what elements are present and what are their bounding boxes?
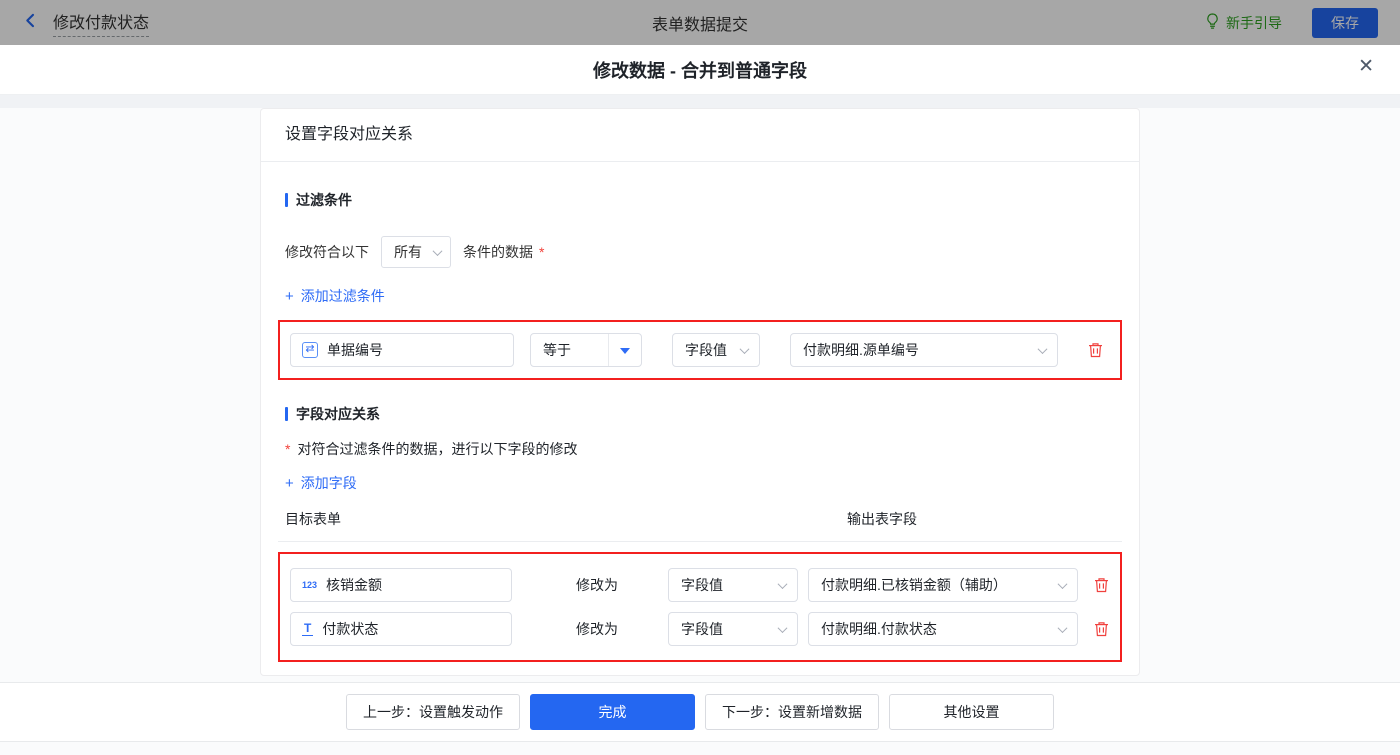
serial-number-field-icon: ⇄ <box>302 342 318 358</box>
lightbulb-icon <box>1205 12 1220 33</box>
filter-field-value: 单据编号 <box>327 342 383 358</box>
beginner-guide-link[interactable]: 新手引导 <box>1205 12 1282 33</box>
card-title: 设置字段对应关系 <box>261 109 1139 162</box>
match-mode-value: 所有 <box>394 244 422 260</box>
dialog-footer: 上一步：设置触发动作 完成 下一步：设置新增数据 其他设置 <box>0 682 1400 742</box>
value-type-select[interactable]: 字段值 <box>668 612 798 646</box>
done-button[interactable]: 完成 <box>530 694 695 730</box>
chevron-down-icon <box>1057 578 1068 589</box>
filter-value: 付款明细.源单编号 <box>803 342 919 358</box>
other-settings-button[interactable]: 其他设置 <box>889 694 1054 730</box>
add-filter-condition-link[interactable]: + 添加过滤条件 <box>285 286 385 306</box>
chevron-down-icon <box>1057 622 1068 633</box>
filter-section-title: 过滤条件 <box>285 190 1115 210</box>
mapping-row: 123 核销金额 修改为 字段值 付款明细.已核销金额（辅助） <box>290 568 1110 602</box>
section-accent-bar <box>285 407 288 421</box>
plus-icon: + <box>285 287 294 305</box>
operator-value: 等于 <box>543 342 571 358</box>
output-field-select[interactable]: 付款明细.已核销金额（辅助） <box>808 568 1078 602</box>
column-divider <box>278 541 1122 542</box>
chevron-down-icon <box>777 622 788 633</box>
filter-field-select[interactable]: ⇄ 单据编号 <box>290 333 514 367</box>
target-field-value: 核销金额 <box>326 577 383 593</box>
value-type-select[interactable]: 字段值 <box>668 568 798 602</box>
plus-icon: + <box>285 474 294 492</box>
delete-mapping-button[interactable] <box>1094 577 1109 593</box>
dialog-body: 设置字段对应关系 过滤条件 修改符合以下 所有 条件的数据 * + 添加过滤条件 <box>0 108 1400 755</box>
number-field-icon: 123 <box>302 580 318 590</box>
delete-mapping-button[interactable] <box>1094 621 1109 637</box>
value-type-select[interactable]: 字段值 <box>672 333 760 367</box>
field-mapping-rows-highlighted: 123 核销金额 修改为 字段值 付款明细.已核销金额（辅助） T 付款状态 修… <box>278 552 1122 662</box>
save-button[interactable]: 保存 <box>1312 7 1378 38</box>
trash-icon <box>1095 578 1108 593</box>
filter-match-line: 修改符合以下 所有 条件的数据 * <box>285 236 1115 268</box>
mapping-section-title: 字段对应关系 <box>285 404 1115 424</box>
target-field-select[interactable]: T 付款状态 <box>290 612 512 646</box>
prev-step-button[interactable]: 上一步：设置触发动作 <box>346 694 520 730</box>
required-mark: * <box>539 244 545 260</box>
text-field-icon: T <box>302 621 314 636</box>
filter-suffix-label: 条件的数据 <box>463 244 533 260</box>
mapping-row: T 付款状态 修改为 字段值 付款明细.付款状态 <box>290 612 1110 646</box>
trash-icon <box>1095 622 1108 637</box>
modify-to-label: 修改为 <box>576 621 618 637</box>
chevron-down-icon <box>1037 343 1048 354</box>
triangle-down-icon <box>620 347 630 359</box>
settings-card: 设置字段对应关系 过滤条件 修改符合以下 所有 条件的数据 * + 添加过滤条件 <box>260 108 1140 676</box>
mapping-hint: * 对符合过滤条件的数据，进行以下字段的修改 <box>285 441 578 457</box>
chevron-down-icon <box>739 343 750 354</box>
filter-value-select[interactable]: 付款明细.源单编号 <box>790 333 1058 367</box>
section-accent-bar <box>285 193 288 207</box>
match-mode-select[interactable]: 所有 <box>381 236 451 268</box>
chevron-down-icon <box>432 245 443 256</box>
next-step-button[interactable]: 下一步：设置新增数据 <box>705 694 879 730</box>
target-field-select[interactable]: 123 核销金额 <box>290 568 512 602</box>
filter-condition-row-highlighted: ⇄ 单据编号 等于 字段值 付款明细.源单编号 <box>278 320 1122 380</box>
top-bar: 修改付款状态 表单数据提交 新手引导 保存 <box>0 0 1400 45</box>
operator-select[interactable]: 等于 <box>530 333 642 367</box>
filter-prefix-label: 修改符合以下 <box>285 244 369 260</box>
operator-dropdown-button[interactable] <box>608 334 641 366</box>
beginner-guide-label: 新手引导 <box>1226 14 1282 31</box>
page-type-label: 表单数据提交 <box>651 16 748 34</box>
dialog-title: 修改数据 - 合并到普通字段 <box>593 60 807 81</box>
output-field-column-header: 输出表字段 <box>847 511 917 527</box>
trash-icon <box>1089 343 1102 358</box>
dialog-header: 修改数据 - 合并到普通字段 ✕ <box>0 45 1400 95</box>
add-field-link[interactable]: + 添加字段 <box>285 473 357 493</box>
target-form-column-header: 目标表单 <box>285 511 341 527</box>
modify-to-label: 修改为 <box>576 577 618 593</box>
chevron-down-icon <box>777 578 788 589</box>
delete-condition-button[interactable] <box>1088 342 1103 358</box>
output-field-select[interactable]: 付款明细.付款状态 <box>808 612 1078 646</box>
target-field-value: 付款状态 <box>322 621 379 637</box>
mapping-column-headers: 目标表单 输出表字段 <box>285 509 1115 529</box>
required-mark: * <box>285 441 291 457</box>
close-icon[interactable]: ✕ <box>1358 57 1374 76</box>
value-type-value: 字段值 <box>685 342 727 358</box>
